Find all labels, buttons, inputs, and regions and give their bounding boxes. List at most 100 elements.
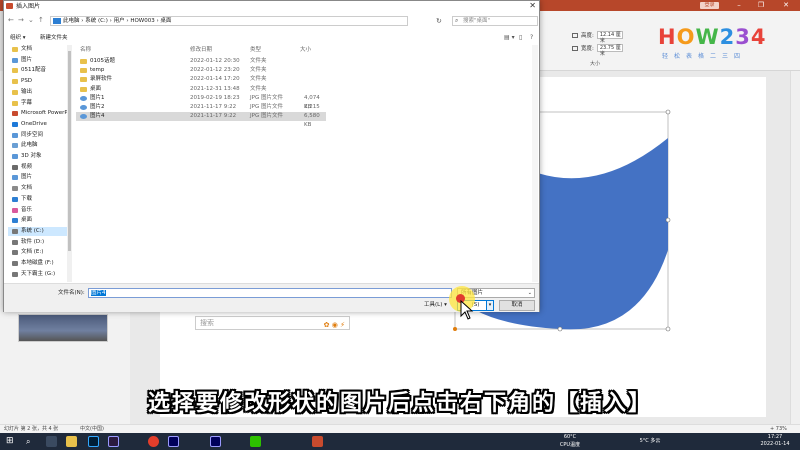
nav-item-label: 桌面: [21, 217, 33, 224]
file-type: 文件夹: [250, 76, 267, 83]
nav-item-icon: [12, 132, 18, 138]
powerpoint-icon[interactable]: [312, 436, 323, 447]
file-type: 文件夹: [250, 85, 267, 92]
search-input[interactable]: ⌕ 搜索"桌面": [452, 16, 538, 26]
scroll-thumb[interactable]: [68, 51, 71, 251]
address-bar: ← → ⌄ ↑ 此电脑 › 系统 (C:) › 用户 › HOW003 › 桌面…: [4, 13, 539, 29]
file-row[interactable]: 图片22021-11-17 9:22JPG 图片文件2,215 KB: [76, 103, 326, 119]
nav-item[interactable]: 文档: [8, 184, 68, 193]
back-icon[interactable]: ←: [8, 16, 14, 25]
insert-dropdown-icon[interactable]: ▾: [486, 300, 494, 311]
nav-item-icon: [12, 68, 18, 74]
nav-item[interactable]: 字幕: [8, 99, 68, 108]
nav-item[interactable]: 图片: [8, 173, 68, 182]
tools-button[interactable]: 工具(L) ▾: [424, 301, 447, 309]
file-row[interactable]: 桌面 2021-12-31 13:48 文件夹: [76, 85, 326, 94]
file-name: 桌面: [90, 85, 102, 92]
resize-handle[interactable]: [557, 326, 563, 332]
wechat-icon[interactable]: [250, 436, 261, 447]
clock-time[interactable]: 17:27: [755, 434, 795, 440]
nav-item-label: 本地磁盘 (F:): [21, 260, 54, 266]
column-date[interactable]: 修改日期: [190, 46, 212, 54]
nav-item[interactable]: 桌面: [8, 216, 68, 225]
file-row[interactable]: 0105话题 2022-01-12 20:30 文件夹: [76, 57, 326, 66]
address-path[interactable]: 此电脑 › 系统 (C:) › 用户 › HOW003 › 桌面: [50, 16, 408, 26]
filename-input[interactable]: 图片4: [88, 288, 452, 298]
file-list-scrollbar[interactable]: [532, 45, 538, 282]
media-encoder-icon[interactable]: [108, 436, 119, 447]
slide-count: 幻灯片 第 2 张，共 4 张: [4, 426, 59, 432]
mouse-pointer-icon: [460, 300, 474, 320]
weather[interactable]: 5°C 多云: [630, 437, 670, 444]
file-type: 文件夹: [250, 58, 267, 64]
file-name: 录屏软件: [90, 76, 113, 83]
file-row[interactable]: 图片1 2019-02-19 18:23 JPG 图片文件 4,074 KB: [76, 94, 326, 110]
audition-icon[interactable]: [168, 436, 179, 447]
zoom-level[interactable]: + 73%: [770, 425, 787, 433]
help-icon[interactable]: ?: [530, 34, 533, 41]
column-name[interactable]: 名称: [80, 46, 91, 54]
nav-item[interactable]: 文档: [8, 45, 68, 54]
nav-item[interactable]: PSD: [8, 77, 68, 86]
resize-handle[interactable]: [665, 217, 671, 223]
column-type[interactable]: 类型: [250, 46, 261, 54]
nav-item-label: 3D 对象: [21, 153, 42, 159]
clock-date[interactable]: 2022-01-14: [755, 441, 795, 447]
nav-item[interactable]: 同步空间: [8, 131, 68, 140]
nav-item-icon: [12, 111, 18, 117]
search-icon[interactable]: ⌕: [26, 436, 37, 447]
file-date: 2021-11-17 9:22: [190, 104, 237, 110]
nav-item[interactable]: 文档 (E:): [8, 248, 68, 257]
chrome-icon[interactable]: [148, 436, 159, 447]
nav-item-label: 同步空间: [21, 131, 44, 138]
nav-item-icon: [12, 121, 18, 127]
nav-item-icon: [12, 100, 18, 106]
refresh-icon[interactable]: ↻: [436, 17, 442, 25]
photoshop-icon[interactable]: [88, 436, 99, 447]
column-size[interactable]: 大小: [300, 46, 311, 54]
view-options-icon[interactable]: ▤ ▾: [504, 34, 515, 41]
nav-item[interactable]: OneDrive: [8, 120, 68, 129]
insert-picture-dialog: 插入图片 ✕ ← → ⌄ ↑ 此电脑 › 系统 (C:) › 用户 › HOW0…: [3, 0, 540, 312]
navigation-scrollbar[interactable]: [67, 45, 72, 282]
rotate-handle[interactable]: [453, 327, 457, 331]
file-row[interactable]: 录屏软件 2022-01-14 17:20 文件夹: [76, 75, 326, 84]
file-date: 2021-11-17 9:22: [190, 113, 237, 120]
nav-item[interactable]: 此电脑: [8, 141, 68, 150]
forward-icon[interactable]: →: [18, 16, 24, 25]
file-row[interactable]: temp 2022-01-12 23:20 文件夹: [76, 66, 326, 75]
nav-item[interactable]: 本地磁盘 (F:): [8, 259, 68, 268]
nav-item[interactable]: 下载: [8, 195, 68, 204]
nav-item[interactable]: Microsoft PowerPoint: [8, 109, 68, 118]
dialog-close-button[interactable]: ✕: [529, 1, 536, 11]
folder-icon: [80, 77, 87, 83]
nav-item[interactable]: 输出: [8, 88, 68, 97]
nav-item-label: 文档 (E:): [21, 249, 44, 256]
preview-pane-icon[interactable]: ▯: [519, 34, 522, 41]
nav-item[interactable]: 软件 (D:): [8, 238, 68, 247]
nav-item[interactable]: 0511配音: [8, 66, 68, 75]
task-view-icon[interactable]: [46, 436, 57, 447]
organize-button[interactable]: 组织 ▾: [10, 34, 26, 42]
file-row[interactable]: 图片4 2021-11-17 9:22 JPG 图片文件 6,580 KB: [76, 112, 326, 128]
nav-item[interactable]: 视频: [8, 163, 68, 172]
nav-item[interactable]: 3D 对象: [8, 152, 68, 161]
nav-item-icon: [12, 164, 18, 170]
nav-item[interactable]: 图片: [8, 56, 68, 65]
file-explorer-icon[interactable]: [66, 436, 77, 447]
new-folder-button[interactable]: 新建文件夹: [40, 34, 68, 42]
resize-handle[interactable]: [665, 326, 671, 332]
premiere-icon[interactable]: [210, 436, 221, 447]
resize-handle[interactable]: [665, 109, 671, 115]
file-date: 2022-01-14 17:20: [190, 76, 240, 83]
cancel-button[interactable]: 取消: [499, 300, 535, 311]
up-icon[interactable]: ↑: [38, 16, 44, 25]
nav-item-icon: [12, 79, 18, 85]
nav-item[interactable]: 系统 (C:): [8, 226, 68, 236]
ppt-search-box[interactable]: 搜索 ✿ ◉ ⚡: [195, 316, 350, 330]
dialog-titlebar[interactable]: 插入图片 ✕: [4, 1, 539, 12]
windows-start-icon[interactable]: ⊞: [6, 436, 17, 447]
recent-dropdown-icon[interactable]: ⌄: [28, 16, 34, 25]
nav-item[interactable]: 音乐: [8, 206, 68, 215]
nav-item[interactable]: 天下霸主 (G:): [8, 270, 68, 279]
